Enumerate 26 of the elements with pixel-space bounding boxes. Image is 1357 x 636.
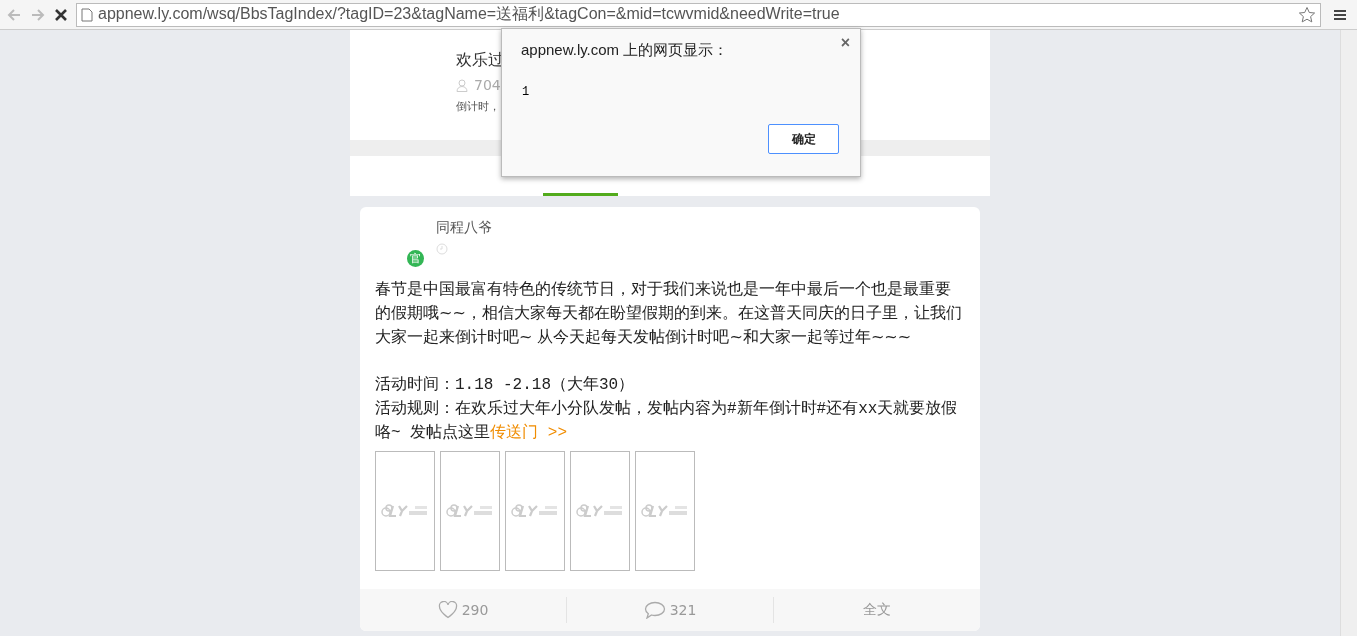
official-badge: 官 — [407, 250, 424, 267]
like-count: 290 — [461, 602, 489, 618]
url-text: appnew.ly.com/wsq/BbsTagIndex/?tagID=23&tagName=送福利&tagCon=&mid=tcwvmid&needWrite=true — [98, 4, 841, 24]
person-icon — [456, 78, 468, 92]
address-bar[interactable]: appnew.ly.com/wsq/BbsTagIndex/?tagID=23&tagName=送福利&tagCon=&mid=tcwvmid&needWrite=true — [76, 2, 1321, 27]
stop-icon[interactable] — [54, 7, 68, 22]
ok-button[interactable]: 确定 — [768, 124, 839, 154]
activity-rule: 活动规则：在欢乐过大年小分队发帖，发帖内容为#新年倒计时#还有xx天就要放假咯~ 发帖点这里传送门 >> — [375, 398, 959, 444]
page-icon — [81, 7, 93, 22]
comment-count: 321 — [669, 602, 697, 618]
dialog-message: 1 — [522, 85, 530, 99]
author-name[interactable]: 同程八爷 — [436, 219, 492, 237]
close-button[interactable]: × — [838, 34, 852, 52]
post-text: 春节是中国最富有特色的传统节日，对于我们来说也是一年中最后一个也是最重要的假期哦~~，相信大家每天都在盼望假期的到来。在这普天同庆的日子里，让我们大家一起来倒计时吧~ 从今天起每天发帖倒计时吧~和大家一起等过年~~~ — [375, 278, 963, 348]
clock-icon — [436, 243, 448, 255]
heart-icon[interactable] — [437, 601, 458, 619]
menu-icon[interactable] — [1333, 8, 1347, 21]
star-icon[interactable] — [1298, 5, 1316, 24]
comment-icon[interactable] — [643, 601, 666, 619]
dialog-title: appnew.ly.com 上的网页显示： — [521, 41, 729, 60]
member-count: 704 — [474, 77, 501, 93]
back-icon[interactable] — [6, 7, 22, 22]
forward-icon[interactable] — [30, 7, 46, 22]
group-description: 倒计时， — [456, 99, 501, 114]
scrollbar[interactable] — [1340, 30, 1357, 636]
activity-time: 活动时间：1.18 -2.18（大年30） — [375, 375, 636, 396]
